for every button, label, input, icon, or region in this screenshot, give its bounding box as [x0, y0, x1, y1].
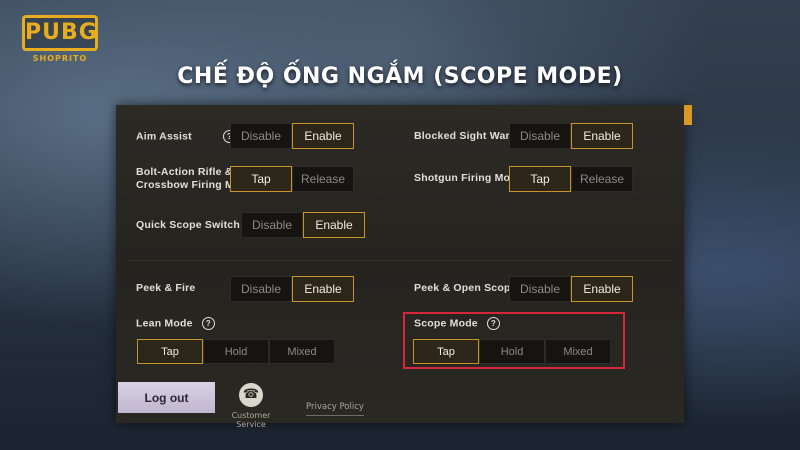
aim-assist-label: Aim Assist ? [136, 130, 237, 143]
peek-fire-enable[interactable]: Enable [292, 276, 354, 302]
settings-panel: Aim Assist ? Disable Enable Blocked Sigh… [116, 105, 692, 429]
peek-fire-label: Peek & Fire [136, 282, 196, 294]
quick-scope-toggle: Disable Enable [241, 212, 365, 238]
peek-fire-toggle: Disable Enable [230, 276, 354, 302]
aim-assist-text: Aim Assist [136, 130, 192, 143]
scope-mode-selector: Tap Hold Mixed [413, 339, 611, 365]
aim-assist-toggle: Disable Enable [230, 123, 354, 149]
scrollbar-thumb[interactable] [684, 105, 692, 125]
scope-mode-tap[interactable]: Tap [413, 339, 479, 364]
peek-fire-disable[interactable]: Disable [230, 276, 292, 302]
blocked-sight-toggle: Disable Enable [509, 123, 633, 149]
headset-icon: ☎ [239, 383, 263, 407]
blocked-sight-enable[interactable]: Enable [571, 123, 633, 149]
aim-assist-disable[interactable]: Disable [230, 123, 292, 149]
pubg-logo: PUBG SHOPRITO [22, 15, 98, 63]
scope-mode-hold[interactable]: Hold [479, 339, 545, 364]
peek-open-scope-toggle: Disable Enable [509, 276, 633, 302]
quick-scope-disable[interactable]: Disable [241, 212, 303, 238]
help-icon[interactable]: ? [201, 317, 215, 330]
help-icon[interactable]: ? [486, 317, 500, 330]
bolt-action-tap[interactable]: Tap [230, 166, 292, 192]
scope-mode-text: Scope Mode [414, 317, 478, 330]
privacy-policy-link[interactable]: Privacy Policy [306, 402, 364, 416]
logo-text: PUBG [22, 15, 98, 51]
page-headline: CHẾ ĐỘ ỐNG NGẮM (SCOPE MODE) [177, 64, 623, 89]
logout-button[interactable]: Log out [118, 382, 215, 413]
peek-open-scope-enable[interactable]: Enable [571, 276, 633, 302]
lean-mode-tap[interactable]: Tap [137, 339, 203, 364]
customer-service-label: Customer Service [231, 411, 271, 429]
bolt-action-release[interactable]: Release [292, 166, 354, 192]
blocked-sight-disable[interactable]: Disable [509, 123, 571, 149]
peek-open-scope-label: Peek & Open Scope [414, 282, 517, 294]
aim-assist-enable[interactable]: Enable [292, 123, 354, 149]
lean-mode-selector: Tap Hold Mixed [137, 339, 335, 365]
lean-mode-mixed[interactable]: Mixed [269, 339, 335, 364]
bolt-action-toggle: Tap Release [230, 166, 354, 192]
quick-scope-label: Quick Scope Switch [136, 219, 240, 231]
lean-mode-label: Lean Mode ? [136, 317, 215, 330]
scope-mode-mixed[interactable]: Mixed [545, 339, 611, 364]
lean-mode-hold[interactable]: Hold [203, 339, 269, 364]
lean-mode-text: Lean Mode [136, 317, 193, 330]
peek-open-scope-disable[interactable]: Disable [509, 276, 571, 302]
section-divider [126, 260, 674, 261]
scope-mode-label: Scope Mode ? [414, 317, 500, 330]
shotgun-toggle: Tap Release [509, 166, 633, 192]
logo-subtitle: SHOPRITO [32, 54, 88, 63]
customer-service-button[interactable]: ☎ Customer Service [219, 383, 283, 429]
quick-scope-enable[interactable]: Enable [303, 212, 365, 238]
shotgun-label: Shotgun Firing Mode [414, 172, 523, 184]
shotgun-tap[interactable]: Tap [509, 166, 571, 192]
shotgun-release[interactable]: Release [571, 166, 633, 192]
